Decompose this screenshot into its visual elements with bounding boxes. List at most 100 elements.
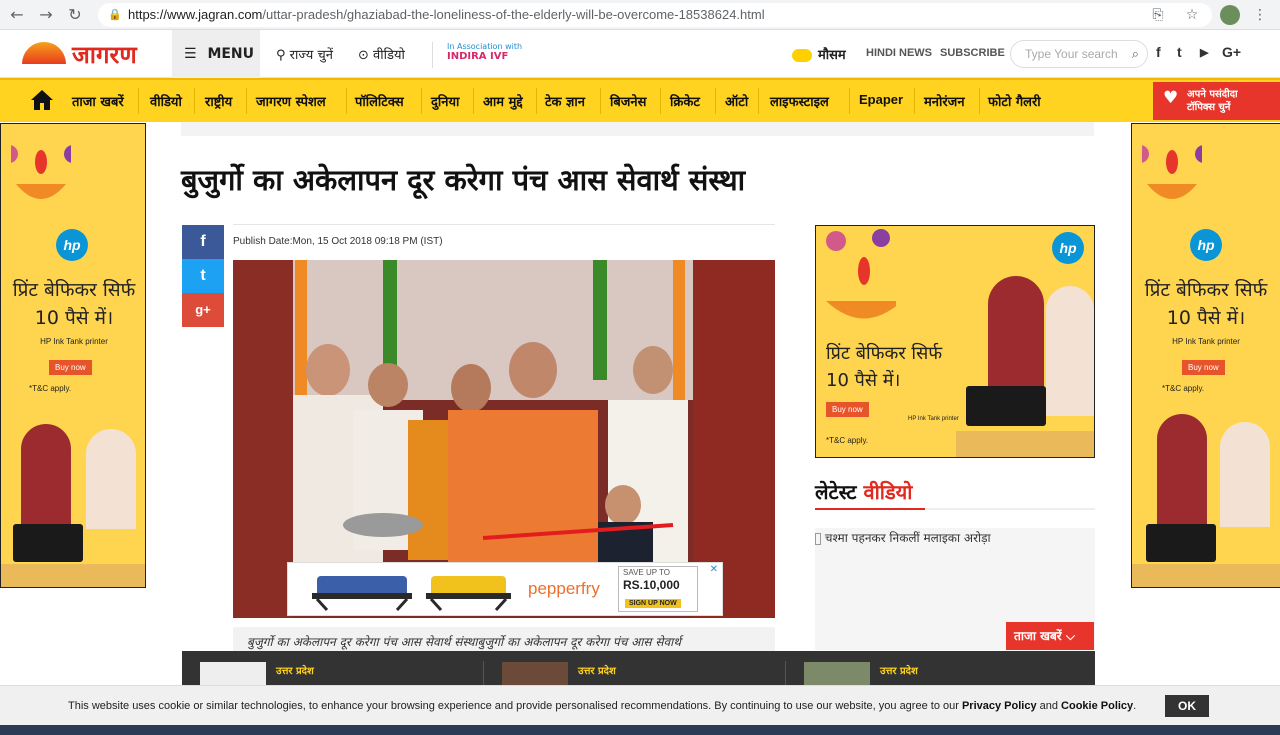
video-link[interactable]: ⊙ वीडियो	[358, 45, 405, 63]
cookie-ok-button[interactable]: OK	[1165, 695, 1209, 717]
hp-logo: hp	[1052, 232, 1084, 264]
divider	[346, 88, 347, 114]
forward-icon[interactable]: →	[35, 4, 57, 26]
pepperfry-ad[interactable]: pepperfry SAVE UP TO RS.10,000 SIGN UP N…	[287, 562, 723, 616]
hamburger-icon: ☰	[184, 46, 197, 62]
cat-politics[interactable]: पॉलिटिक्स	[355, 92, 404, 110]
twitter-icon[interactable]: t	[1177, 44, 1182, 60]
cat-epaper[interactable]: Epaper	[859, 92, 903, 107]
news-thumbnail[interactable]	[502, 662, 568, 685]
logo-sun-icon[interactable]	[22, 42, 66, 64]
more-menu-icon[interactable]: ⋮	[1250, 5, 1270, 25]
diya-icon	[1142, 145, 1202, 199]
video-title: चश्मा पहनकर निकलीं मलाइका अरोड़ा	[824, 531, 991, 545]
ad-footer-band	[956, 431, 1094, 457]
facebook-icon[interactable]: f	[1156, 44, 1161, 60]
right-side-ad[interactable]: hp प्रिंट बेफिकर सिर्फ 10 पैसे में। HP I…	[1131, 123, 1280, 588]
sofa-blue-image	[312, 576, 412, 612]
facebook-share-button[interactable]: f	[182, 225, 224, 259]
taskbar-strip	[0, 725, 1280, 735]
divider	[785, 661, 786, 685]
news-category[interactable]: उत्तर प्रदेश	[578, 663, 616, 677]
cat-video[interactable]: वीडियो	[150, 92, 182, 110]
news-thumbnail[interactable]	[200, 662, 266, 685]
ad-close-icon[interactable]: ✕	[710, 564, 718, 575]
cat-duniya[interactable]: दुनिया	[431, 92, 459, 110]
taaza-khabre-button[interactable]: ताजा खबरें ⌵	[1006, 622, 1094, 650]
latest-video-heading: लेटेस्ट वीडियो	[815, 478, 912, 505]
ad-tc: *T&C apply.	[1162, 384, 1205, 393]
buy-now-button[interactable]: Buy now	[1182, 360, 1225, 375]
cat-photo-gallery[interactable]: फोटो गैलरी	[988, 92, 1041, 110]
reload-icon[interactable]: ↻	[64, 4, 86, 26]
printer-image	[966, 386, 1046, 426]
cat-rashtriya[interactable]: राष्ट्रीय	[205, 92, 232, 110]
googleplus-share-button[interactable]: g+	[182, 293, 224, 327]
latest-video-alt-text[interactable]: चश्मा पहनकर निकलीं मलाइका अरोड़ा	[815, 529, 991, 546]
site-header: जागरण ☰ MENU ⚲ राज्य चुनें ⊙ वीडियो In A…	[0, 30, 1280, 78]
favorite-topics-button[interactable]: ♥ अपने पसंदीदा टॉपिक्स चुनें	[1153, 82, 1280, 120]
sponsor-name: INDIRA IVF	[447, 51, 509, 62]
home-icon[interactable]	[30, 89, 54, 111]
offer-amount: RS.10,000	[623, 578, 680, 592]
cat-jagran-special[interactable]: जागरण स्पेशल	[256, 92, 326, 110]
profile-avatar[interactable]	[1220, 5, 1240, 25]
cat-auto[interactable]: ऑटो	[725, 92, 748, 110]
googleplus-icon[interactable]: G+	[1222, 44, 1241, 60]
video-label: वीडियो	[373, 48, 405, 63]
lock-icon: 🔒	[108, 9, 122, 21]
cat-manoranjan[interactable]: मनोरंजन	[924, 92, 965, 110]
divider	[815, 508, 1095, 510]
sign-up-button[interactable]: SIGN UP NOW	[625, 599, 681, 608]
news-category[interactable]: उत्तर प्रदेश	[276, 663, 314, 677]
buy-now-button[interactable]: Buy now	[49, 360, 92, 375]
cat-cricket[interactable]: क्रिकेट	[670, 92, 700, 110]
indira-ivf-sponsor[interactable]: In Association with INDIRA IVF	[432, 42, 522, 68]
assoc-text: In Association with	[447, 42, 523, 51]
ad-footer-band	[1132, 564, 1280, 587]
cat-aam-mudde[interactable]: आम मुद्दे	[483, 92, 523, 110]
translate-icon[interactable]: ⎘	[1148, 5, 1168, 25]
weather-label: मौसम	[818, 48, 846, 63]
cat-taaza-khabre[interactable]: ताजा खबरें	[72, 92, 124, 110]
youtube-icon[interactable]: ▶	[1200, 46, 1208, 59]
address-bar[interactable]: 🔒 https://www.jagran.com/uttar-pradesh/g…	[98, 3, 1212, 27]
family-image	[21, 424, 71, 534]
divider	[246, 88, 247, 114]
cookie-policy-link[interactable]: Cookie Policy	[1061, 700, 1133, 712]
pepperfry-offer: SAVE UP TO RS.10,000 SIGN UP NOW	[618, 566, 698, 612]
divider	[758, 88, 759, 114]
family-image	[1046, 286, 1094, 416]
left-side-ad[interactable]: hp प्रिंट बेफिकर सिर्फ 10 पैसे में। HP I…	[0, 123, 146, 588]
news-category[interactable]: उत्तर प्रदेश	[880, 663, 918, 677]
subscribe-link[interactable]: SUBSCRIBE	[940, 47, 1005, 59]
twitter-share-button[interactable]: t	[182, 259, 224, 293]
search-input[interactable]: Type Your search ⌕	[1010, 40, 1148, 68]
breadcrumb	[181, 122, 1094, 136]
buy-now-button[interactable]: Buy now	[826, 402, 869, 417]
back-icon[interactable]: ←	[6, 4, 28, 26]
chevron-down-icon: ⌵	[1065, 629, 1076, 643]
menu-button[interactable]: ☰ MENU	[172, 30, 260, 78]
search-icon[interactable]: ⌕	[1132, 41, 1139, 67]
ad-line1: प्रिंट बेफिकर सिर्फ	[1144, 279, 1268, 301]
divider	[914, 88, 915, 114]
broken-image-icon	[815, 532, 821, 545]
cat-lifestyle[interactable]: लाइफस्टाइल	[770, 92, 829, 110]
news-thumbnail[interactable]	[804, 662, 870, 685]
family-image	[1157, 414, 1207, 529]
hindi-news-link[interactable]: HINDI NEWS	[866, 47, 932, 59]
weather-link[interactable]: मौसम	[792, 45, 846, 63]
state-select-link[interactable]: ⚲ राज्य चुनें	[276, 45, 333, 63]
ad-line1: प्रिंट बेफिकर सिर्फ	[12, 279, 136, 301]
divider	[421, 88, 422, 114]
privacy-policy-link[interactable]: Privacy Policy	[962, 700, 1037, 712]
cookie-banner: This website uses cookie or similar tech…	[0, 685, 1280, 725]
site-logo[interactable]: जागरण	[72, 38, 137, 71]
cat-business[interactable]: बिजनेस	[610, 92, 646, 110]
divider	[849, 88, 850, 114]
divider	[979, 88, 980, 114]
bookmark-star-icon[interactable]: ☆	[1182, 5, 1202, 25]
cat-tech-gyan[interactable]: टेक ज्ञान	[545, 92, 585, 110]
right-column-ad[interactable]: hp प्रिंट बेफिकर सिर्फ 10 पैसे में। Buy …	[815, 225, 1095, 458]
